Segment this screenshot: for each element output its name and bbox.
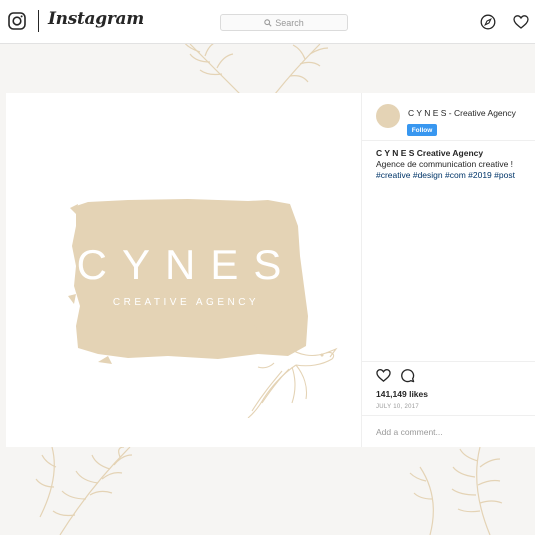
post-username[interactable]: C Y N E S - Creative Agency	[408, 108, 516, 118]
search-input[interactable]: Search	[220, 14, 348, 31]
like-heart-icon[interactable]	[376, 368, 391, 383]
comment-icon[interactable]	[400, 368, 415, 383]
divider	[362, 415, 535, 416]
heart-icon[interactable]	[513, 14, 529, 30]
caption-hashtags[interactable]: #creative #design #com #2019 #post	[376, 170, 515, 180]
caption-username[interactable]: C Y N E S Creative Agency	[376, 148, 483, 158]
instagram-glyph-icon[interactable]	[8, 12, 26, 30]
nav-divider	[38, 10, 39, 32]
divider	[362, 140, 535, 141]
search-placeholder: Search	[275, 17, 304, 28]
compass-icon[interactable]	[480, 14, 496, 30]
logo-title: CYNES	[76, 241, 297, 288]
post-date: JULY 10, 2017	[376, 404, 420, 410]
search-icon	[264, 18, 272, 27]
top-navigation-bar: Instagram Search	[0, 0, 535, 44]
post-image[interactable]: CYNES CREATIVE AGENCY	[6, 93, 362, 447]
post-sidebar: C Y N E S - Creative Agency Follow C Y N…	[362, 93, 535, 447]
add-comment-input[interactable]: Add a comment...	[376, 427, 443, 437]
swallow-illustration	[247, 303, 338, 418]
post-card: CYNES CREATIVE AGENCY C Y N E S - Creati…	[6, 93, 535, 447]
avatar[interactable]	[376, 104, 400, 128]
divider	[362, 361, 535, 362]
follow-button[interactable]: Follow	[407, 124, 437, 136]
olive-branch-decoration-bottom-right	[409, 447, 503, 535]
likes-count[interactable]: 141,149 likes	[376, 389, 428, 399]
olive-branch-decoration-top	[184, 44, 329, 94]
instagram-wordmark[interactable]: Instagram	[48, 9, 144, 29]
olive-branch-decoration-bottom-left	[35, 447, 133, 535]
caption-text: Agence de communication creative !	[376, 159, 514, 169]
